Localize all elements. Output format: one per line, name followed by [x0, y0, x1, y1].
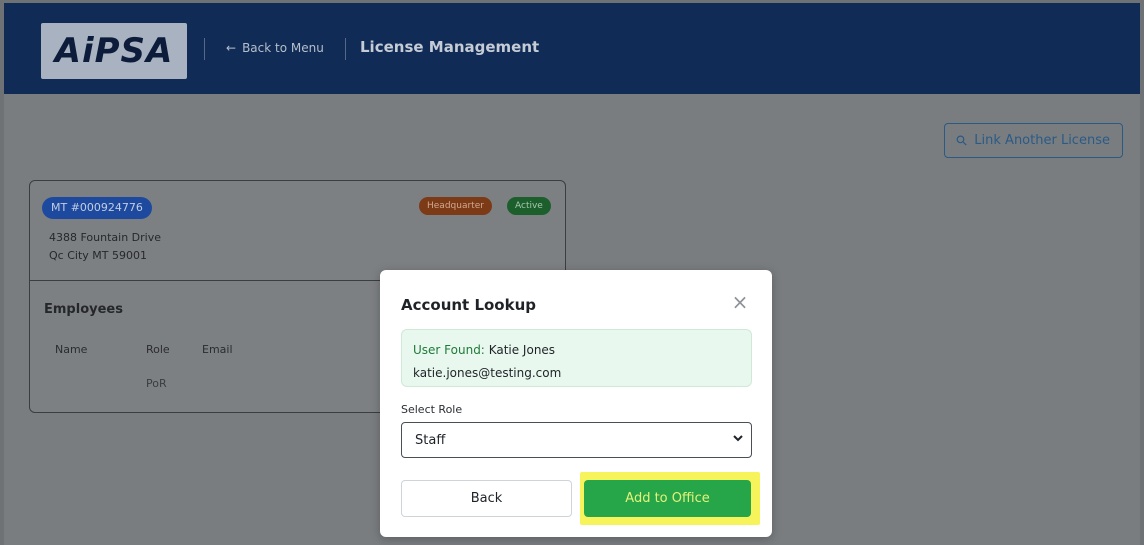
page-title: License Management: [360, 38, 540, 56]
top-bar: AiPSA ← Back to Menu License Management: [4, 3, 1140, 94]
role-select-value: Staff: [415, 433, 446, 448]
user-found-email: katie.jones@testing.com: [413, 366, 562, 380]
back-to-menu-link[interactable]: ← Back to Menu: [226, 41, 324, 55]
back-arrow-icon: ←: [226, 41, 237, 55]
status-badge: Active: [507, 197, 551, 215]
address-line-2: Qc City MT 59001: [49, 249, 147, 262]
header-divider: [204, 38, 205, 60]
role-select[interactable]: Staff: [401, 422, 752, 458]
employees-heading: Employees: [44, 302, 123, 317]
back-to-menu-label: Back to Menu: [242, 41, 324, 55]
chevron-down-icon: [732, 432, 744, 447]
modal-title: Account Lookup: [401, 296, 537, 314]
column-header-role: Role: [146, 343, 170, 356]
link-icon: ⚲: [952, 131, 972, 150]
column-header-email: Email: [202, 343, 233, 356]
column-header-name: Name: [55, 343, 88, 356]
back-button[interactable]: Back: [401, 480, 572, 517]
link-another-license-button[interactable]: ⚲ Link Another License: [944, 123, 1123, 158]
add-to-office-button[interactable]: Add to Office: [584, 480, 751, 517]
user-found-name: Katie Jones: [488, 343, 556, 357]
logo-text: AiPSA: [54, 31, 174, 71]
account-lookup-modal: Account Lookup × User Found: Katie Jones…: [380, 270, 772, 537]
app-frame: AiPSA ← Back to Menu License Management ⚲…: [4, 3, 1140, 545]
address-line-1: 4388 Fountain Drive: [49, 231, 162, 244]
header-divider: [345, 38, 346, 60]
user-found-box: User Found: Katie Jones katie.jones@test…: [401, 329, 752, 387]
license-number-badge[interactable]: MT #000924776: [42, 197, 152, 219]
user-found-label: User Found:: [413, 343, 485, 357]
logo: AiPSA: [41, 23, 187, 79]
table-cell-role: PoR: [146, 377, 167, 390]
license-card-header: MT #000924776 Headquarter Active 4388 Fo…: [30, 181, 565, 281]
close-icon[interactable]: ×: [728, 290, 752, 314]
user-found-line: User Found: Katie Jones: [413, 343, 555, 357]
headquarter-badge: Headquarter: [419, 197, 492, 215]
link-another-license-label: Link Another License: [974, 133, 1110, 148]
select-role-label: Select Role: [401, 403, 463, 416]
